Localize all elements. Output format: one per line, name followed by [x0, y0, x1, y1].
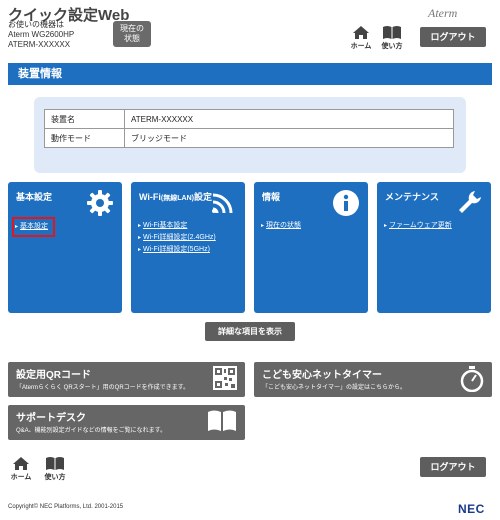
link-firmware-update[interactable]: ファームウェア更新	[384, 220, 452, 232]
card-links: ファームウェア更新	[384, 220, 452, 232]
link-label: ファームウェア更新	[389, 222, 452, 229]
card-title: 情報	[262, 192, 281, 202]
device-info-table: 装置名 ATERM-XXXXXX 動作モード ブリッジモード	[44, 109, 454, 148]
link-label: Wi-Fi基本設定	[143, 222, 188, 229]
link-wifi-5ghz[interactable]: Wi-Fi詳細設定(5GHz)	[138, 244, 216, 256]
help-nav-button[interactable]: 使い方	[379, 25, 405, 51]
book-icon	[383, 26, 401, 39]
wifi-icon	[212, 193, 233, 213]
card-title-main: Wi-Fi	[139, 192, 161, 202]
card-wifi-settings: Wi-Fi(無線LAN)設定 Wi-Fi基本設定 Wi-Fi詳細設定(2.4GH…	[131, 182, 245, 313]
card-links: 基本設定	[11, 217, 56, 237]
link-label: 基本設定	[20, 223, 49, 230]
gear-icon	[87, 190, 113, 216]
home-icon	[353, 26, 369, 39]
table-value: ATERM-XXXXXX	[124, 109, 454, 129]
device-name: ATERM-XXXXXX	[8, 40, 71, 49]
support-desk-banner[interactable]: サポートデスク Q&A、機能別設定ガイドなどの情報をご覧になれます。	[8, 405, 245, 440]
device-info-panel: 装置名 ATERM-XXXXXX 動作モード ブリッジモード	[34, 97, 466, 173]
child-net-timer-banner[interactable]: こども安心ネットタイマー 「こども安心ネットタイマー」の設定はこちらから。	[254, 362, 492, 397]
show-details-button[interactable]: 詳細な項目を表示	[205, 322, 295, 341]
info-icon	[333, 190, 359, 216]
qr-code-banner[interactable]: 設定用QRコード 「Atermらくらく QRスタート」用のQRコードを作成できま…	[8, 362, 245, 397]
qr-code-icon	[213, 366, 237, 390]
link-current-status[interactable]: 現在の状態	[261, 220, 301, 232]
link-basic-settings[interactable]: 基本設定	[11, 217, 56, 237]
book-icon	[46, 457, 64, 470]
nec-logo: NEC	[458, 502, 485, 516]
card-title: 基本設定	[16, 192, 53, 202]
home-label: ホーム	[350, 43, 372, 50]
banner-description: 「こども安心ネットタイマー」の設定はこちらから。	[262, 385, 407, 391]
home-label: ホーム	[10, 474, 32, 481]
current-status-button[interactable]: 現在の 状態	[113, 21, 151, 47]
banner-title: 設定用QRコード	[16, 370, 91, 381]
home-nav-button[interactable]: ホーム	[348, 25, 374, 51]
stopwatch-icon	[460, 366, 484, 392]
card-title: メンテナンス	[385, 192, 439, 202]
link-label: Wi-Fi詳細設定(5GHz)	[143, 246, 210, 253]
copyright-text: Copyright© NEC Platforms, Ltd. 2001-2015	[8, 504, 124, 510]
home-icon	[13, 457, 29, 470]
device-model: Aterm WG2600HP	[8, 30, 75, 39]
link-wifi-basic[interactable]: Wi-Fi基本設定	[138, 220, 216, 232]
wrench-icon	[459, 191, 481, 213]
table-key: 装置名	[44, 109, 125, 129]
card-information: 情報 現在の状態	[254, 182, 368, 313]
device-info-line: お使いの機器は	[8, 20, 64, 29]
link-label: Wi-Fi詳細設定(2.4GHz)	[143, 234, 216, 241]
book-icon	[208, 410, 236, 431]
aterm-logo: Aterm	[428, 6, 458, 20]
card-title: Wi-Fi(無線LAN)設定	[139, 191, 212, 205]
card-title-small: (無線LAN)	[160, 195, 194, 202]
table-row: 装置名 ATERM-XXXXXX	[44, 109, 454, 129]
help-label: 使い方	[44, 474, 66, 481]
card-basic-settings: 基本設定 基本設定	[8, 182, 122, 313]
logout-button[interactable]: ログアウト	[420, 27, 486, 47]
table-value: ブリッジモード	[124, 128, 454, 148]
banner-title: こども安心ネットタイマー	[262, 370, 382, 381]
device-info: お使いの機器は Aterm WG2600HP ATERM-XXXXXX	[8, 20, 74, 50]
card-maintenance: メンテナンス ファームウェア更新	[377, 182, 491, 313]
footer-logout-button[interactable]: ログアウト	[420, 457, 486, 477]
link-label: 現在の状態	[266, 222, 302, 229]
table-row: 動作モード ブリッジモード	[44, 128, 454, 148]
section-title: 装置情報	[8, 63, 492, 85]
footer-home-button[interactable]: ホーム	[8, 456, 34, 482]
card-links: 現在の状態	[261, 220, 301, 232]
banner-description: Q&A、機能別設定ガイドなどの情報をご覧になれます。	[16, 428, 167, 434]
card-links: Wi-Fi基本設定 Wi-Fi詳細設定(2.4GHz) Wi-Fi詳細設定(5G…	[138, 220, 216, 256]
help-label: 使い方	[381, 43, 403, 50]
banner-title: サポートデスク	[16, 413, 86, 424]
page-header: クイック設定Web お使いの機器は Aterm WG2600HP ATERM-X…	[0, 0, 500, 58]
footer-help-button[interactable]: 使い方	[42, 456, 68, 482]
banner-description: 「Atermらくらく QRスタート」用のQRコードを作成できます。	[16, 385, 190, 391]
table-key: 動作モード	[44, 128, 125, 148]
link-wifi-24ghz[interactable]: Wi-Fi詳細設定(2.4GHz)	[138, 232, 216, 244]
